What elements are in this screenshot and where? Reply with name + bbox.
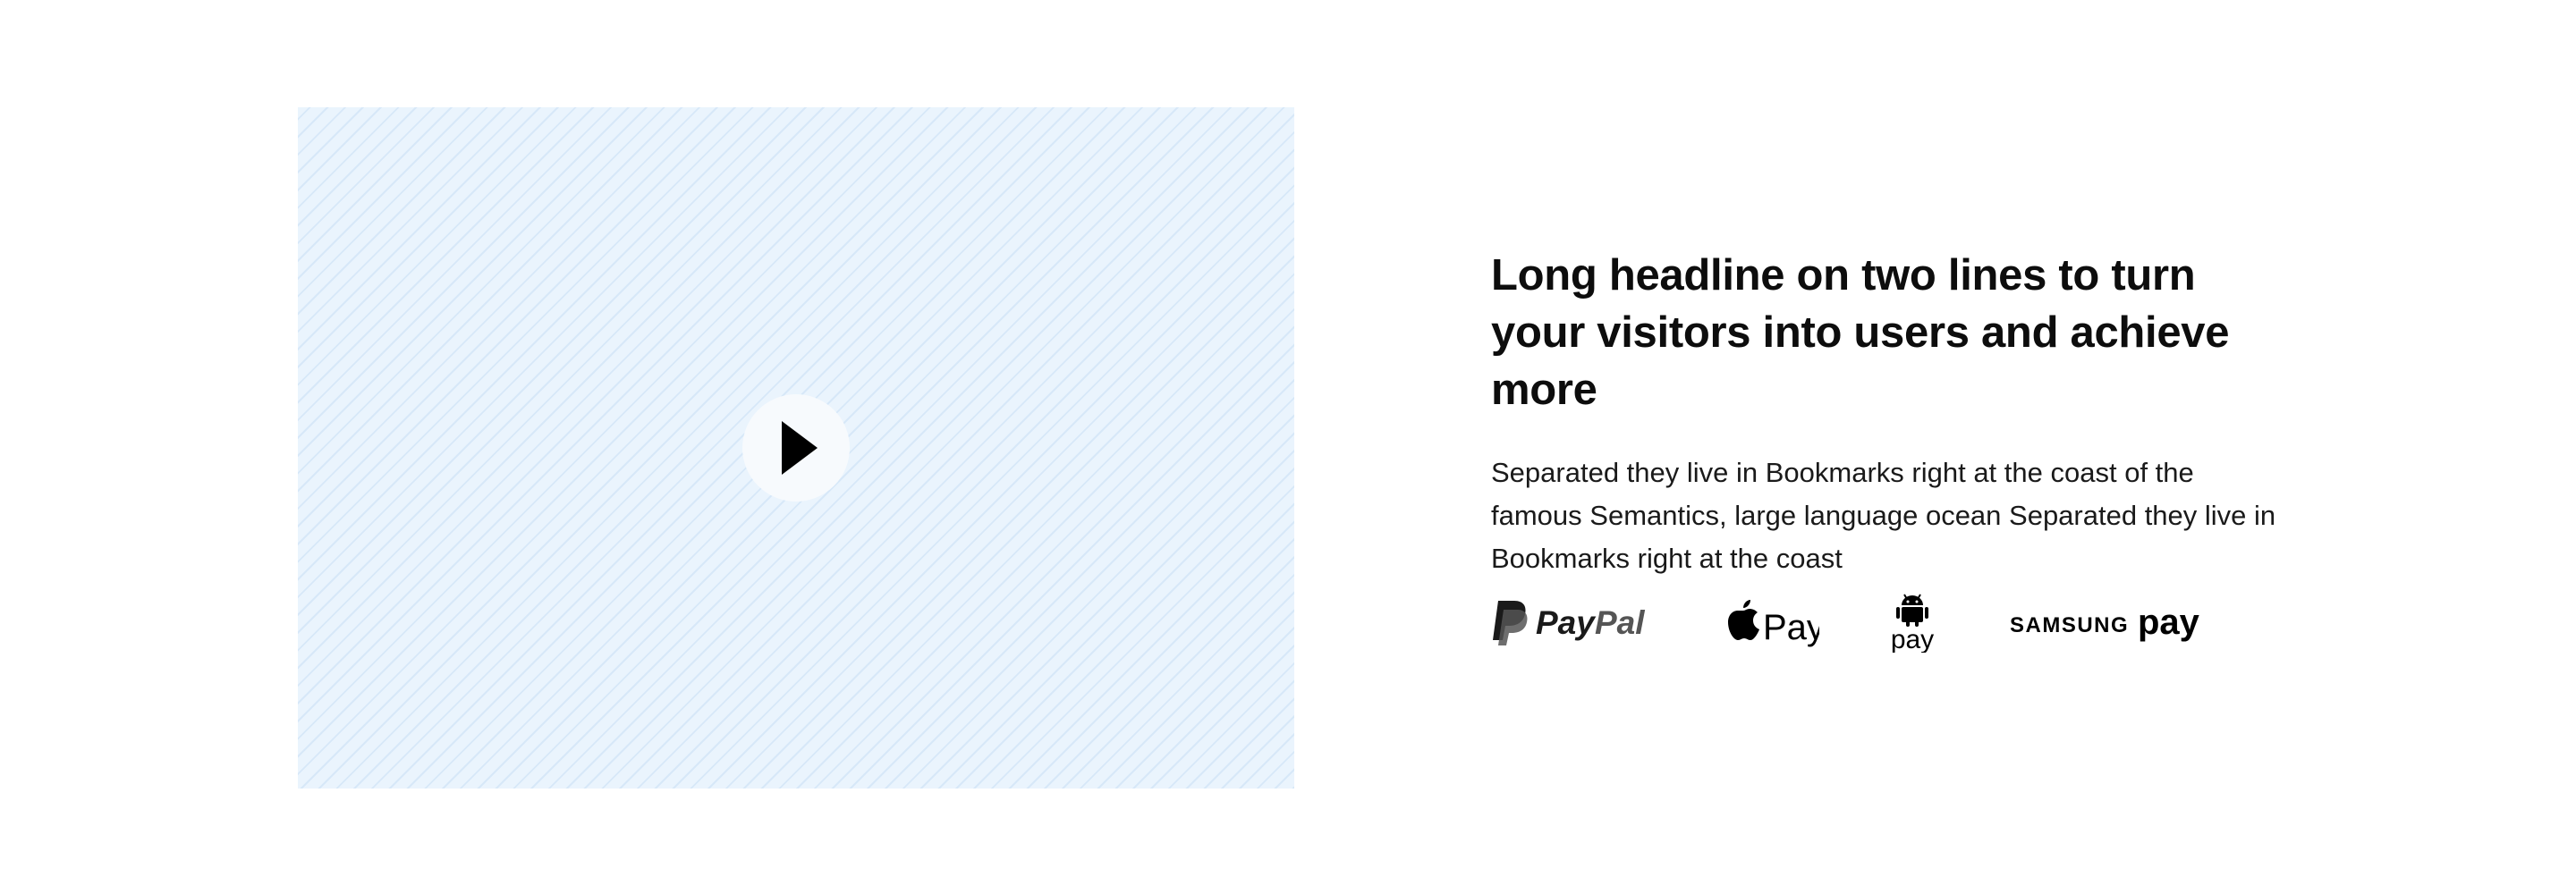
svg-text:SAMSUNG: SAMSUNG [2010,613,2129,637]
apple-pay-logo: Pay [1721,590,1819,653]
samsung-pay-logo: SAMSUNG pay [2010,590,2216,653]
play-icon [782,421,818,475]
paypal-logo: Pay Pal [1491,590,1657,653]
paypal-text-pay: Pay [1536,604,1597,641]
headline: Long headline on two lines to turn your … [1491,251,2230,414]
play-button[interactable] [742,394,850,502]
hero-section: Long headline on two lines to turn your … [0,0,2576,894]
video-placeholder[interactable] [298,107,1294,789]
svg-text:pay: pay [1891,625,1934,653]
android-pay-logo: pay [1882,590,1945,653]
svg-text:Pay: Pay [1763,608,1819,647]
svg-text:pay: pay [2138,603,2200,642]
svg-text:Pal: Pal [1595,604,1645,641]
hero-content: Long headline on two lines to turn your … [1491,247,2296,580]
description: Separated they live in Bookmarks right a… [1491,457,2276,574]
